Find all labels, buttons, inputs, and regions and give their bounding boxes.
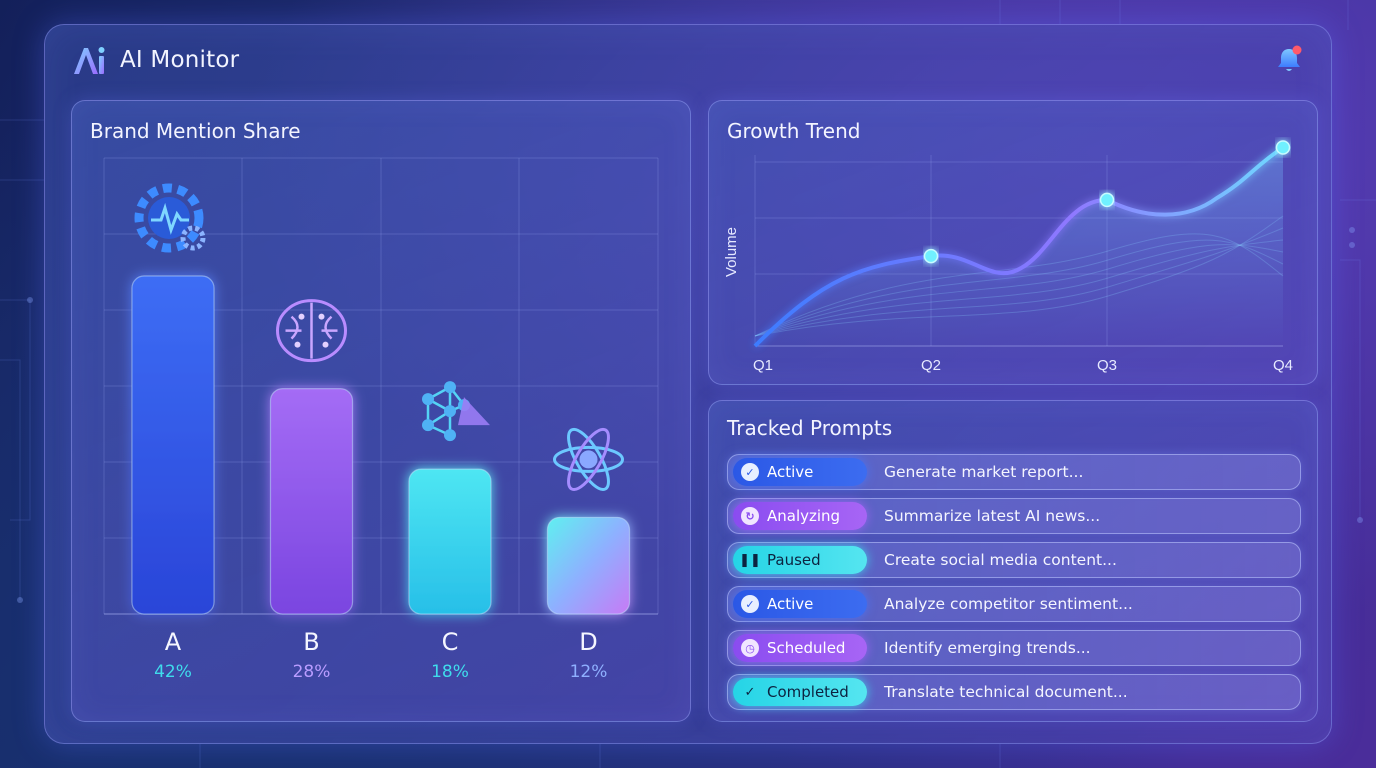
data-point — [923, 248, 939, 264]
prompt-row[interactable]: ✓ Active Analyze competitor sentiment... — [727, 586, 1301, 622]
status-label: Completed — [767, 683, 849, 701]
x-tick-label: Q4 — [1273, 357, 1293, 374]
pause-icon: ❚❚ — [739, 552, 761, 568]
network-prism-icon — [422, 381, 490, 442]
ai-logo-icon — [74, 47, 105, 74]
data-point — [1099, 192, 1115, 208]
clock-icon: ◷ — [741, 639, 759, 657]
category-label: D — [579, 628, 598, 656]
prompt-row[interactable]: ✓ Active Generate market report... — [727, 454, 1301, 490]
status-badge: ✓ Active — [733, 590, 867, 618]
x-tick-label: Q3 — [1097, 357, 1117, 374]
data-point — [1275, 140, 1291, 155]
x-tick-label: Q2 — [921, 357, 941, 374]
status-badge: ❚❚ Paused — [733, 546, 867, 574]
x-tick-label: Q1 — [753, 357, 773, 374]
value-label: 12% — [569, 662, 608, 682]
check-circle-icon: ✓ — [741, 595, 759, 613]
category-label: A — [164, 628, 182, 656]
bar-a — [131, 275, 215, 615]
trend-area — [755, 147, 1283, 346]
value-label: 28% — [292, 662, 331, 682]
prompt-text: Analyze competitor sentiment... — [884, 595, 1133, 613]
status-badge: ◷ Scheduled — [733, 634, 867, 662]
y-axis-label: Volume — [723, 227, 740, 277]
category-label: B — [303, 628, 320, 656]
prompt-row[interactable]: ◷ Scheduled Identify emerging trends... — [727, 630, 1301, 666]
prompt-text: Translate technical document... — [884, 683, 1128, 701]
value-label: 18% — [431, 662, 469, 682]
status-badge: ↻ Analyzing — [733, 502, 867, 530]
checkmark-icon: ✓ — [744, 684, 756, 700]
status-label: Active — [767, 463, 814, 481]
atom-icon — [553, 427, 624, 491]
prompt-text: Summarize latest AI news... — [884, 507, 1101, 525]
bell-icon[interactable] — [1273, 42, 1307, 76]
bar-d — [546, 516, 631, 615]
prompt-row[interactable]: ↻ Analyzing Summarize latest AI news... — [727, 498, 1301, 534]
status-label: Active — [767, 595, 814, 613]
app-title: AI Monitor — [120, 47, 240, 73]
brain-circuit-icon — [276, 299, 347, 363]
refresh-icon: ↻ — [741, 507, 759, 525]
tracked-prompts-panel: Tracked Prompts ✓ Active Generate market r… — [708, 400, 1318, 722]
panel-title: Tracked Prompts — [727, 416, 893, 440]
prompt-text: Generate market report... — [884, 463, 1084, 481]
status-label: Analyzing — [767, 507, 841, 525]
status-badge: ✓ Completed — [733, 678, 867, 706]
gear-pulse-icon — [134, 183, 206, 253]
status-label: Scheduled — [767, 639, 846, 657]
prompt-row[interactable]: ❚❚ Paused Create social media content... — [727, 542, 1301, 578]
status-badge: ✓ Active — [733, 458, 867, 486]
value-label: 42% — [154, 662, 192, 682]
prompt-row[interactable]: ✓ Completed Translate technical document..… — [727, 674, 1301, 710]
notification-dot — [1292, 45, 1302, 55]
check-circle-icon: ✓ — [741, 463, 759, 481]
prompt-text: Identify emerging trends... — [884, 639, 1091, 657]
category-label: C — [441, 628, 459, 656]
prompt-text: Create social media content... — [884, 551, 1117, 569]
status-label: Paused — [767, 551, 821, 569]
bar-b — [269, 388, 354, 615]
bar-c — [408, 468, 492, 615]
growth-trend-chart: Volume Q1 Q2 Q3 Q4 — [723, 140, 1293, 374]
